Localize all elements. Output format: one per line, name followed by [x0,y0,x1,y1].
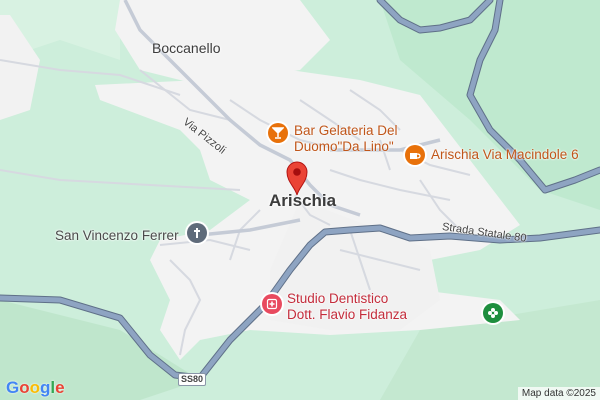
map-pin-icon[interactable] [285,160,309,196]
poi-dentist[interactable]: Studio Dentistico Dott. Flavio Fidanza [287,291,407,322]
poi-dentist-line1: Studio Dentistico [287,291,389,306]
poi-bar-gelateria[interactable]: Bar Gelateria Del Duomo"Da Lino" [294,123,398,154]
place-label-boccanello: Boccanello [152,40,221,56]
google-logo-letter: G [6,378,20,397]
poi-bar-name-line1: Bar Gelateria Del [294,123,398,138]
poi-dentist-line2: Dott. Flavio Fidanza [287,306,408,322]
map-canvas[interactable]: Boccanello Arischia Via Pizzoli Strada S… [0,0,600,400]
google-logo[interactable]: Google [6,378,65,398]
google-logo-letter: o [29,378,41,397]
coffee-cup-icon[interactable] [405,145,425,165]
flower-icon[interactable] [483,303,503,323]
cross-icon[interactable] [187,223,207,243]
medical-cross-icon[interactable] [262,294,282,314]
road-shield-ss80: SS80 [178,373,207,386]
cocktail-icon[interactable] [268,123,288,143]
poi-cafe-label[interactable]: Arischia Via Macindole 6 [431,147,579,163]
google-logo-text: Google [6,378,65,397]
google-logo-letter: e [55,378,65,397]
google-logo-letter: o [19,378,30,397]
poi-bar-name-line2: Duomo"Da Lino" [294,138,394,154]
poi-church-label[interactable]: San Vincenzo Ferrer [55,228,179,244]
google-logo-letter: g [40,378,51,397]
map-attribution[interactable]: Map data ©2025 [517,387,600,400]
